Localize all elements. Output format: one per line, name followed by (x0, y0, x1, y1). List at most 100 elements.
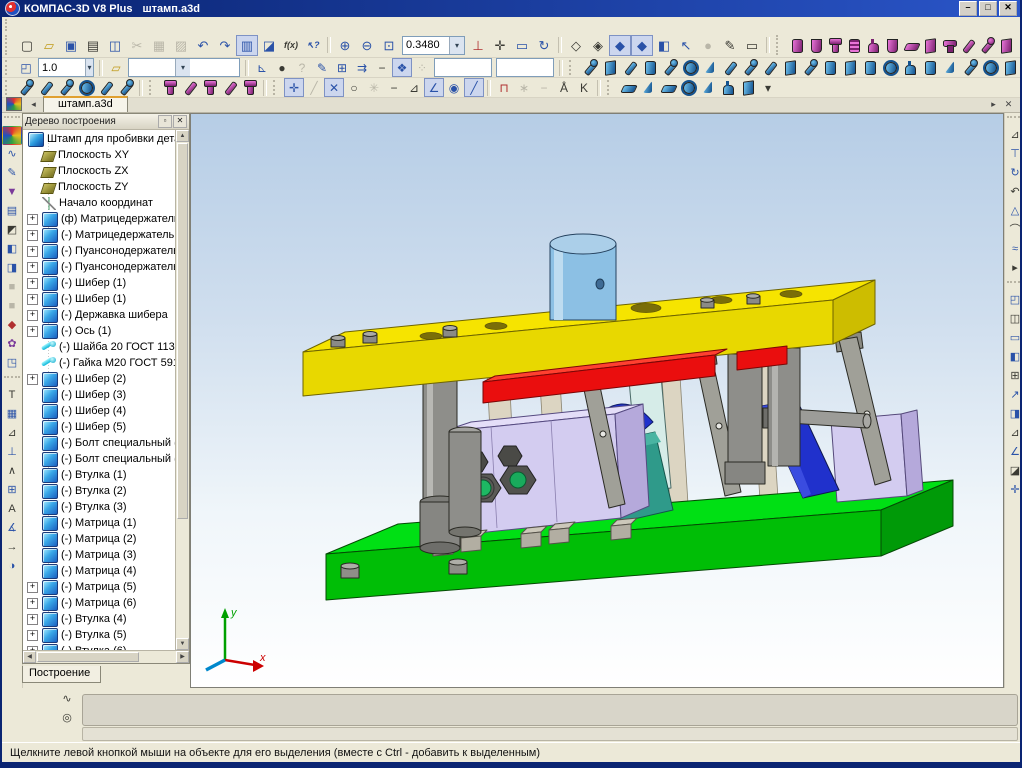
mag-lib-1[interactable] (787, 36, 806, 54)
fit-all-icon[interactable]: ▭ (511, 35, 533, 56)
mag-lib-2[interactable] (806, 36, 825, 54)
what-is-this-icon[interactable]: ↖? (302, 35, 324, 56)
variables-icon[interactable]: f(x) (280, 35, 302, 56)
model-shank[interactable] (550, 234, 616, 320)
surface-lib-7[interactable] (738, 78, 758, 97)
paste-icon[interactable]: ▨ (170, 35, 192, 56)
tree-item[interactable]: (-) Болт специальный (2) (23, 451, 175, 467)
hidden-lines-icon[interactable]: ◈ (587, 35, 609, 56)
screw-lib-2[interactable] (36, 78, 56, 97)
gears-icon[interactable]: ✿ (2, 335, 22, 354)
tree-item[interactable]: (-) Болт специальный (1) (23, 435, 175, 451)
arrow-tool-icon[interactable]: → (2, 538, 22, 557)
tree-expand-icon[interactable]: + (27, 294, 38, 305)
r-angle-icon[interactable]: ∠ (1005, 443, 1022, 462)
tree-item[interactable]: (-) Втулка (1) (23, 467, 175, 483)
k-icon[interactable]: K (574, 78, 594, 97)
blue-lib-8[interactable] (720, 58, 740, 77)
tree-expand-icon[interactable]: + (27, 614, 38, 625)
load-task-icon[interactable]: ◪ (258, 35, 280, 56)
snap-local-icon[interactable]: ⁘ (412, 58, 432, 77)
tree-item[interactable]: (-) Шибер (5) (23, 419, 175, 435)
scroll-up-icon[interactable]: ▲ (176, 130, 189, 142)
wireframe-icon[interactable]: ◇ (565, 35, 587, 56)
edit-in-place-icon[interactable]: ◨ (2, 259, 22, 278)
blue-lib-17[interactable] (900, 58, 920, 77)
new-doc-icon[interactable]: ▢ (16, 35, 38, 56)
undo-icon[interactable]: ↶ (192, 35, 214, 56)
mass-props-icon[interactable]: ◑ (2, 557, 22, 576)
tree-vertical-scrollbar[interactable]: ▲ ▼ (175, 130, 189, 650)
tree-bottom-tab[interactable]: Построение (22, 666, 101, 683)
sketch-edit-icon[interactable]: ✎ (2, 164, 22, 183)
snap-tangent-icon[interactable]: − (384, 78, 404, 97)
toolbar-grip[interactable] (5, 80, 12, 95)
r-expand-icon[interactable]: ▸ (1005, 259, 1022, 278)
blue-lib-1[interactable] (580, 58, 600, 77)
r-sketch-icon[interactable]: ⊿ (1005, 126, 1022, 145)
blue-lib-6[interactable] (680, 58, 700, 77)
blue-lib-19[interactable] (940, 58, 960, 77)
blue-lib-12[interactable] (800, 58, 820, 77)
scroll-down-icon[interactable]: ▼ (176, 638, 189, 650)
blue-lib-4[interactable] (640, 58, 660, 77)
toolbar-grip[interactable] (607, 80, 614, 95)
tree-item[interactable]: (-) Матрица (1) (23, 515, 175, 531)
toolbar-grip[interactable] (5, 35, 12, 54)
pin-lib-1[interactable] (160, 78, 180, 97)
menu-specification[interactable] (80, 24, 96, 26)
toolbar-grip[interactable] (5, 60, 12, 75)
dash2-icon[interactable]: − (534, 78, 554, 97)
measure-angle-icon[interactable]: ⊿ (2, 424, 22, 443)
snap-midpoint-icon[interactable]: ╱ (304, 78, 324, 97)
toolbar-grip[interactable] (1007, 116, 1022, 123)
tree-item[interactable]: (-) Матрица (2) (23, 531, 175, 547)
tree-item[interactable]: + (-) Пуансонодержатель (23, 259, 175, 275)
tree-item[interactable]: (-) Гайка М20 ГОСТ 5916-7 (23, 355, 175, 371)
r-mirror-icon[interactable]: ◨ (1005, 405, 1022, 424)
tree-item[interactable]: + (-) Шибер (1) (23, 275, 175, 291)
screw-lib-3[interactable] (56, 78, 76, 97)
blue-lib-7[interactable] (700, 58, 720, 77)
tree-item[interactable]: (-) Шибер (4) (23, 403, 175, 419)
r-arc-icon[interactable]: ⌒ (1005, 221, 1022, 240)
tree-expand-icon[interactable]: + (27, 310, 38, 321)
measure-perp-icon[interactable]: ⊥ (2, 443, 22, 462)
filter-icon[interactable]: ▼ (2, 183, 22, 202)
edit-sketch-icon[interactable]: ✎ (312, 58, 332, 77)
tree-item[interactable]: + (-) Матрица (6) (23, 595, 175, 611)
blue-lib-13[interactable] (820, 58, 840, 77)
color-icon[interactable]: ◆ (2, 316, 22, 335)
tree-plane-zy[interactable]: Плоскость ZY (23, 179, 175, 195)
tree-plane-zx[interactable]: Плоскость ZX (23, 163, 175, 179)
tree-item[interactable]: + (-) Втулка (4) (23, 611, 175, 627)
pin-lib-2[interactable] (180, 78, 200, 97)
tree-plane-xy[interactable]: Плоскость XY (23, 147, 175, 163)
prop-curve-icon[interactable]: ∿ (57, 690, 77, 709)
scrollbar-thumb[interactable] (37, 652, 139, 662)
tab-close-icon[interactable]: ✕ (1001, 98, 1016, 112)
tree-item[interactable]: + (-) Матрица (5) (23, 579, 175, 595)
close-button[interactable]: ✕ (999, 1, 1017, 16)
copy-icon[interactable]: ▦ (148, 35, 170, 56)
blue-lib-21[interactable] (980, 58, 1000, 77)
current-workplane-icon[interactable]: ◰ (16, 58, 36, 77)
tree-expand-icon[interactable]: + (27, 630, 38, 641)
pin-lib-3[interactable] (200, 78, 220, 97)
local-csys-icon[interactable]: ⊾ (252, 58, 272, 77)
mag-lib-5[interactable] (863, 36, 882, 54)
toolbar-overflow-icon[interactable]: ▾ (758, 78, 778, 97)
edit-part-icon[interactable]: ◧ (2, 240, 22, 259)
tree-item[interactable]: + (-) Втулка (5) (23, 627, 175, 643)
blue-lib-22[interactable] (1000, 58, 1020, 77)
step-combo[interactable]: 1.0 ▾ (38, 58, 94, 77)
r-shell-icon[interactable]: ◧ (1005, 348, 1022, 367)
shaded-edges-icon[interactable]: ◆ (631, 35, 653, 56)
toolbar-grip[interactable] (1007, 281, 1022, 288)
rebuild-icon[interactable]: ↻ (533, 35, 555, 56)
mag-lib-11[interactable] (977, 36, 996, 54)
3d-viewport[interactable]: y x (190, 113, 1004, 688)
print-icon[interactable]: ▤ (82, 35, 104, 56)
snap-normal-icon[interactable]: ⊿ (404, 78, 424, 97)
property-panel[interactable] (82, 694, 1018, 726)
